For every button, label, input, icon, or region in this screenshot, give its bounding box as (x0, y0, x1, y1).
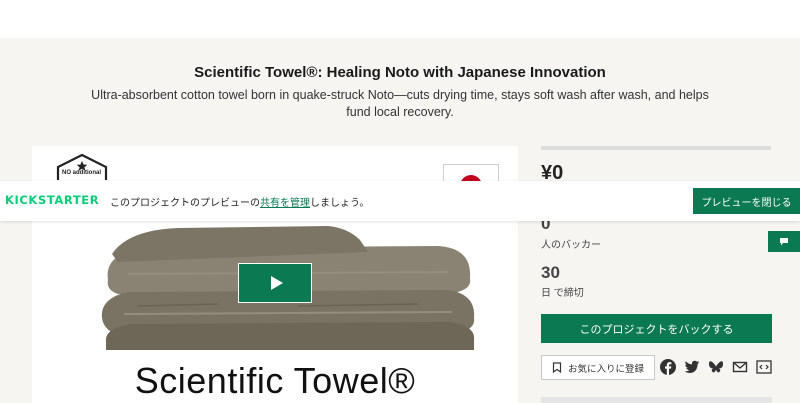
play-video-button[interactable] (238, 263, 312, 303)
project-subtitle: Ultra-absorbent cotton towel born in qua… (91, 88, 709, 119)
twitter-icon[interactable] (684, 359, 700, 375)
no-additional-badge: NO additional (62, 170, 101, 176)
play-icon (270, 276, 283, 290)
close-preview-button[interactable]: プレビューを閉じる (693, 188, 800, 214)
days-remaining-count: 30 (541, 263, 560, 282)
top-header-band (0, 0, 800, 38)
project-title: Scientific Towel®: Healing Noto with Jap… (194, 64, 606, 81)
email-icon[interactable] (732, 359, 748, 375)
favorite-label: お気に入りに登録 (567, 363, 644, 375)
feedback-button[interactable] (768, 231, 800, 252)
days-remaining-label: 日 で締切 (541, 288, 584, 299)
bluesky-icon[interactable] (708, 359, 724, 375)
house-logo-icon (56, 153, 108, 180)
preview-banner: KICKSTARTER このプロジェクトのプレビューの共有を管理しましょう。 プ… (0, 181, 800, 221)
chat-icon (780, 238, 788, 246)
backers-label: 人のバッカー (541, 240, 601, 251)
banner-text-after: しましょう。 (310, 198, 370, 209)
kickstarter-logo[interactable]: KICKSTARTER (5, 193, 99, 207)
product-name-text: Scientific Towel® (134, 360, 416, 401)
bookmark-icon (552, 362, 562, 373)
favorite-button[interactable]: お気に入りに登録 (541, 355, 655, 380)
embed-icon[interactable] (756, 359, 772, 375)
funding-progress-bar (541, 146, 771, 150)
preview-banner-text: このプロジェクトのプレビューの共有を管理しましょう。 (110, 194, 369, 209)
facebook-icon[interactable] (660, 359, 676, 375)
back-project-button[interactable]: このプロジェクトをバックする (541, 314, 772, 343)
banner-text-before: このプロジェクトのプレビューの (110, 198, 260, 209)
manage-sharing-link[interactable]: 共有を管理 (260, 198, 310, 209)
section-divider (541, 397, 772, 403)
